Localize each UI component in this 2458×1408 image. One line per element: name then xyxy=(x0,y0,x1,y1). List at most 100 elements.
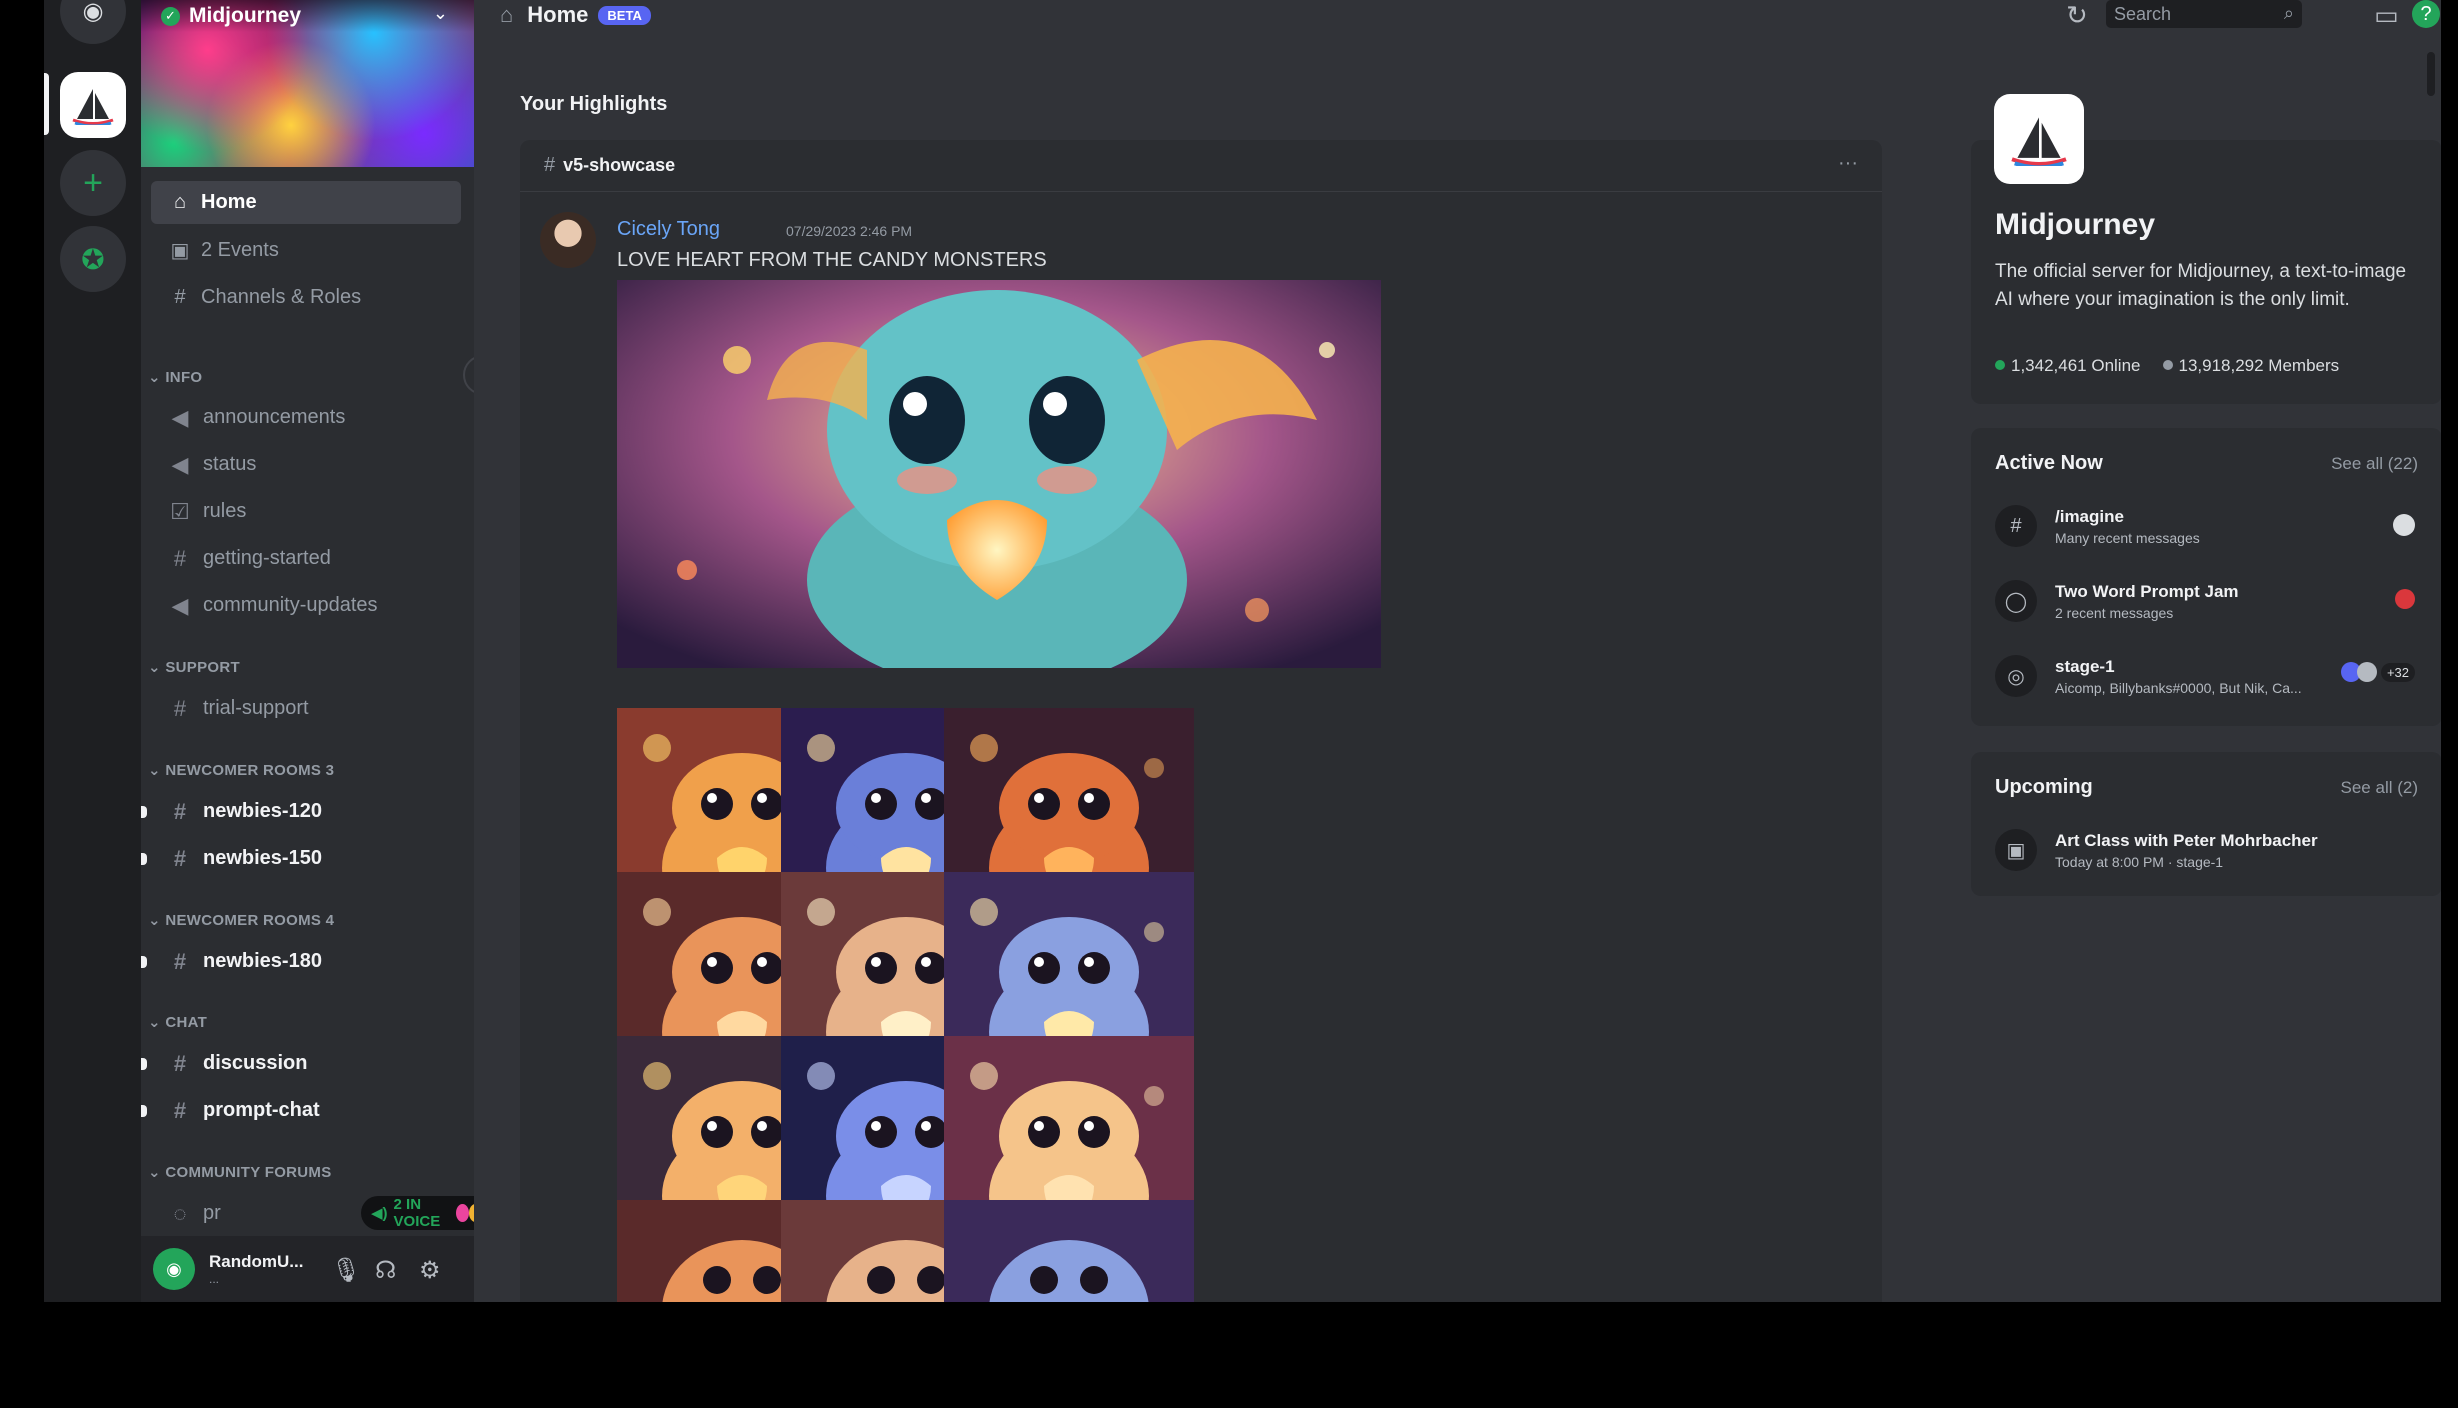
category-community-forums[interactable]: ⌄ COMMUNITY FORUMS xyxy=(148,1163,332,1181)
active-item-imagine[interactable]: # /imagine Many recent messages xyxy=(1995,498,2415,554)
channel-discussion[interactable]: # discussion xyxy=(141,1042,461,1085)
chevron-down-icon[interactable]: ⌄ xyxy=(433,3,448,24)
compass-icon: ✪ xyxy=(81,243,105,275)
help-icon[interactable]: ? xyxy=(2412,0,2440,28)
category-support[interactable]: ⌄ SUPPORT xyxy=(148,658,240,676)
channel-rules[interactable]: ☑ rules xyxy=(151,490,461,533)
selected-server-indicator xyxy=(44,73,49,135)
channel-newbies-120[interactable]: # newbies-120 xyxy=(141,790,461,833)
beta-badge: BETA xyxy=(598,5,651,25)
scrollbar[interactable] xyxy=(2427,52,2435,96)
user-status: ... xyxy=(209,1272,220,1286)
discord-home-button[interactable]: ◉ xyxy=(60,0,126,44)
username: RandomU... xyxy=(209,1252,304,1271)
search-input[interactable]: Search ⌕ xyxy=(2106,0,2302,28)
see-all-upcoming-link[interactable]: See all (2) xyxy=(2341,778,2418,798)
active-item-stage-1[interactable]: ◎ stage-1 Aicomp, Billybanks#0000, But N… xyxy=(1995,648,2415,704)
voice-avatar xyxy=(456,1204,470,1222)
explore-servers-button[interactable]: ✪ xyxy=(60,226,126,292)
headphones-icon[interactable]: ☊ xyxy=(375,1256,396,1285)
sidebar-item-home[interactable]: ⌂ Home xyxy=(151,181,461,224)
channel-label: status xyxy=(203,453,257,475)
server-stats: 1,342,461 Online 13,918,292 Members xyxy=(1995,356,2339,376)
channel-announcements[interactable]: ◀ announcements xyxy=(151,396,461,439)
hashtag-thread-icon: # xyxy=(173,1097,187,1123)
channel-label: trial-support xyxy=(203,697,309,719)
page-title: Home xyxy=(527,2,589,27)
channel-trial-support[interactable]: # trial-support xyxy=(151,687,461,730)
unread-indicator xyxy=(141,1104,147,1117)
see-all-active-link[interactable]: See all (22) xyxy=(2331,454,2418,474)
upcoming-event-item[interactable]: ▣ Art Class with Peter Mohrbacher Today … xyxy=(1995,822,2415,878)
hashtag-icon: # xyxy=(173,545,187,571)
more-options-icon[interactable]: ··· xyxy=(1838,152,1858,175)
participant-count-badge: +32 xyxy=(2380,662,2415,682)
message-text: LOVE HEART FROM THE CANDY MONSTERS xyxy=(617,249,1047,271)
active-item-subtitle: Many recent messages xyxy=(2055,529,2200,546)
avatar[interactable] xyxy=(540,212,596,268)
midjourney-boat-icon xyxy=(2011,117,2067,166)
megaphone-icon: ◀ xyxy=(171,451,189,477)
sidebar-item-events[interactable]: ▣ 2 Events xyxy=(151,229,461,272)
channel-status[interactable]: ◀ status xyxy=(151,443,461,486)
gear-icon[interactable]: ⚙ xyxy=(419,1256,441,1285)
calendar-icon: ▣ xyxy=(1995,829,2037,871)
avatar xyxy=(2395,589,2415,609)
unread-indicator xyxy=(141,805,147,818)
active-item-title: /imagine xyxy=(2055,506,2124,526)
forum-icon: ◌ xyxy=(173,1200,187,1226)
channel-label: newbies-180 xyxy=(203,950,322,972)
hashtag-list-icon: # xyxy=(174,286,186,308)
add-server-button[interactable]: + xyxy=(60,150,126,216)
channel-label: getting-started xyxy=(203,547,331,569)
server-header[interactable]: ✓ Midjourney ⌄ xyxy=(141,0,474,32)
channel-newbies-180[interactable]: # newbies-180 xyxy=(141,940,461,983)
category-chat[interactable]: ⌄ CHAT xyxy=(148,1013,207,1031)
sidebar-item-label: Channels & Roles xyxy=(201,286,362,308)
category-label: NEWCOMER ROOMS 4 xyxy=(165,912,335,929)
midjourney-server-button[interactable] xyxy=(60,72,126,138)
post-channel-header[interactable]: # v5-showcase xyxy=(520,140,1882,192)
candy-monster-illustration xyxy=(617,280,1381,668)
avatar[interactable]: ◉ xyxy=(153,1248,195,1290)
image-grid-thumbnail[interactable] xyxy=(944,1200,1194,1302)
category-newcomer-rooms-4[interactable]: ⌄ NEWCOMER ROOMS 4 xyxy=(148,911,334,929)
category-newcomer-rooms-3[interactable]: ⌄ NEWCOMER ROOMS 3 xyxy=(148,761,334,779)
highlight-post-card: # v5-showcase ··· Cicely Tong 07/29/2023… xyxy=(520,140,1882,1302)
refresh-icon[interactable]: ↻ xyxy=(2066,0,2088,31)
microphone-icon[interactable]: 🎙 xyxy=(331,1256,361,1285)
message-author[interactable]: Cicely Tong xyxy=(617,218,720,241)
category-label: INFO xyxy=(165,369,203,386)
upcoming-card: Upcoming See all (2) ▣ Art Class with Pe… xyxy=(1971,752,2441,896)
channel-label: pr xyxy=(203,1202,221,1224)
category-info[interactable]: ⌄ INFO xyxy=(148,368,202,386)
online-count: 1,342,461 Online xyxy=(1995,356,2141,376)
active-now-title: Active Now xyxy=(1995,452,2103,474)
section-title: Your Highlights xyxy=(520,93,668,115)
message-image-main[interactable] xyxy=(617,280,1381,668)
channel-community-updates[interactable]: ◀ community-updates xyxy=(151,584,461,627)
verified-check-icon: ✓ xyxy=(161,6,180,26)
hashtag-thread-icon: # xyxy=(173,948,187,974)
server-description: The official server for Midjourney, a te… xyxy=(1995,261,2407,310)
channel-getting-started[interactable]: # getting-started xyxy=(151,537,461,580)
event-title: Art Class with Peter Mohrbacher xyxy=(2055,830,2318,850)
avatar xyxy=(2393,514,2415,536)
hashtag-thread-icon: # xyxy=(173,1050,187,1076)
inbox-icon[interactable]: ▭ xyxy=(2374,0,2399,31)
channel-newbies-150[interactable]: # newbies-150 xyxy=(141,837,461,880)
channel-label: prompt-chat xyxy=(203,1099,320,1121)
user-panel: ◉ RandomU... ... 🎙 ☊ ⚙ xyxy=(141,1236,474,1302)
member-dot-icon xyxy=(2162,360,2173,370)
active-item-two-word-prompt-jam[interactable]: ◯ Two Word Prompt Jam 2 recent messages xyxy=(1995,573,2415,629)
search-icon: ⌕ xyxy=(2283,3,2294,23)
active-now-card: Active Now See all (22) # /imagine Many … xyxy=(1971,428,2441,726)
channel-prompt-chat[interactable]: # prompt-chat xyxy=(141,1089,461,1132)
voice-activity-pill[interactable]: ◀) 2 IN VOICE xyxy=(361,1196,493,1230)
channel-label: announcements xyxy=(203,406,346,428)
active-item-subtitle: 2 recent messages xyxy=(2055,604,2174,621)
sidebar-item-label: Home xyxy=(201,191,257,213)
stage-icon: ◎ xyxy=(1995,655,2037,697)
hashtag-thread-icon: # xyxy=(173,845,187,871)
sidebar-item-channels-roles[interactable]: # Channels & Roles xyxy=(151,276,461,319)
